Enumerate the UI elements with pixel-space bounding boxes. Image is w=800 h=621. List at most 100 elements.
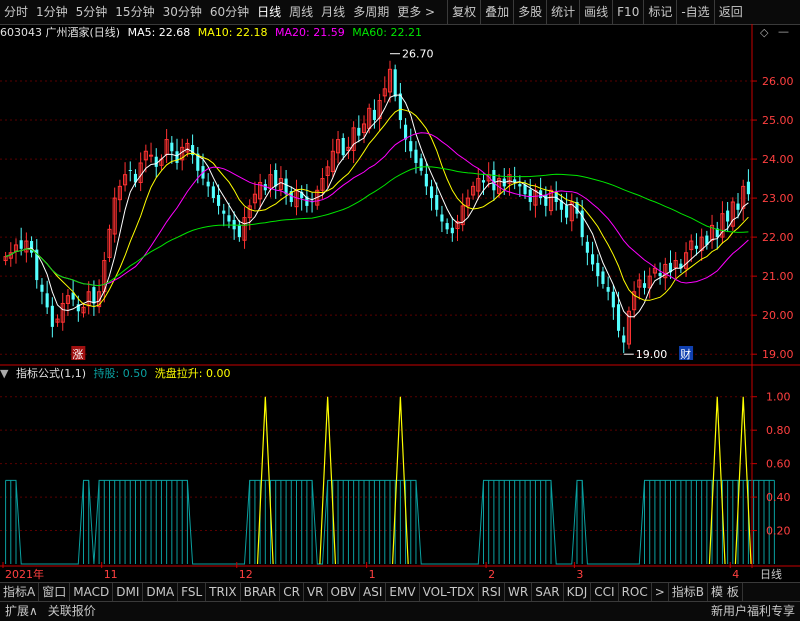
tab-trix[interactable]: TRIX [206,583,241,601]
candle-down [372,109,376,121]
tab-vr[interactable]: VR [304,583,328,601]
candle-down [528,189,532,202]
candle-down [658,273,662,277]
candle-down [429,186,434,199]
ma60-line [5,166,749,287]
candle-down [492,170,496,191]
tab-dma[interactable]: DMA [143,583,179,601]
price-tick-label: 24.00 [762,153,794,166]
cai-badge: 财 [680,347,691,361]
candle-down [175,151,179,163]
candlestick-series [3,60,750,354]
tab-dmi[interactable]: DMI [113,583,144,601]
tab-rsi[interactable]: RSI [479,583,506,601]
minimize-icon[interactable]: — [778,25,789,38]
tab-cr[interactable]: CR [280,583,304,601]
candle-down [642,283,647,288]
price-tick-label: 21.00 [762,270,794,283]
price-tick-label: 23.00 [762,192,794,205]
expand-button[interactable]: 扩展∧ [0,602,43,621]
candle-down [419,158,423,171]
tab-indicator-b[interactable]: 指标B [669,583,709,601]
tab-indicator-a[interactable]: 指标A [0,583,40,601]
indicator-dropdown-icon[interactable]: ▼ [0,367,8,380]
candle-down [237,224,241,238]
indicator-tick-label: 0.40 [766,491,791,504]
tab-sar[interactable]: SAR [532,583,564,601]
candle-down [341,138,345,156]
candle-down [154,156,158,167]
candle-down [622,335,626,343]
candle-down [736,203,740,210]
tab-more-arrow[interactable]: > [652,583,669,601]
candle-down [227,215,231,222]
candle-down [601,271,605,284]
main-chart-legend: 603043 广州酒家(日线) MA5: 22.68 MA10: 22.18 M… [0,25,760,41]
candle-down [523,184,527,195]
candle-down [19,240,23,249]
candle-down [518,184,522,187]
candle-down [450,227,454,234]
tab-macd[interactable]: MACD [70,583,114,601]
hold-label: 持股: 0.50 [93,367,148,380]
candle-down [694,245,699,249]
indicator-tick-label: 1.00 [766,391,791,404]
time-label: 4 [732,568,740,581]
candle-down [544,194,548,206]
candle-down [746,181,750,195]
candle-down [481,180,486,183]
tab-cci[interactable]: CCI [591,583,619,601]
indicator-tick-label: 0.60 [766,458,791,471]
ma20-line [5,132,749,287]
candle-down [591,254,595,265]
chart-canvas[interactable]: 26.00 25.00 24.00 23.00 22.00 21.00 20.00 19.00… [0,0,800,568]
time-label: 1 [368,568,376,581]
candle-down [357,127,361,136]
candle-down [393,69,397,97]
candle-down [92,287,96,304]
diamond-icon[interactable]: ◇ [760,26,768,39]
candle-down [445,223,449,230]
tab-emv[interactable]: EMV [386,583,420,601]
indicator-tick-label: 0.20 [766,525,791,538]
candle-down [170,142,174,152]
time-label: 2021年 [5,568,44,581]
candle-down [585,241,589,253]
tab-obv[interactable]: OBV [328,583,361,601]
tab-roc[interactable]: ROC [619,583,652,601]
tab-window[interactable]: 窗口 [39,583,71,601]
price-tick-label: 20.00 [762,309,794,322]
candle-down [596,262,600,277]
new-user-promo[interactable]: 新用户福利专享 [706,602,800,621]
candle-down [211,186,215,199]
price-tick-label: 26.00 [762,75,794,88]
candle-down [222,210,226,214]
candle-down [414,149,418,163]
time-label: 2 [488,568,496,581]
bottom-bar: 扩展∧ 关联报价 新用户福利专享 [0,601,800,621]
candle-down [45,293,49,308]
candle-down [217,194,221,206]
ma5-label: MA5: 22.68 [127,26,191,39]
low-price-label: 19.00 [636,348,668,361]
tab-wr[interactable]: WR [505,583,533,601]
ma10-label: MA10: 22.18 [197,26,268,39]
time-label: 11 [103,568,118,581]
time-label: 3 [576,568,584,581]
tab-fsl[interactable]: FSL [178,583,207,601]
tab-template[interactable]: 模 板 [708,583,743,601]
tab-brar[interactable]: BRAR [241,583,281,601]
tab-asi[interactable]: ASI [360,583,387,601]
tab-vol-tdx[interactable]: VOL-TDX [420,583,479,601]
candle-down [440,214,444,222]
time-label: 12 [238,568,253,581]
related-quotes-button[interactable]: 关联报价 [43,602,101,621]
wash-label: 洗盘拉升: 0.00 [154,367,231,380]
candle-down [616,304,621,331]
time-axis: 2021年 11 12 1 2 3 4 日线 [0,568,800,582]
candle-up [148,154,154,157]
candle-down [726,210,730,222]
price-tick-label: 19.00 [762,348,794,361]
indicator-name[interactable]: 指标公式(1,1) [16,367,86,380]
tab-kdj[interactable]: KDJ [564,583,592,601]
